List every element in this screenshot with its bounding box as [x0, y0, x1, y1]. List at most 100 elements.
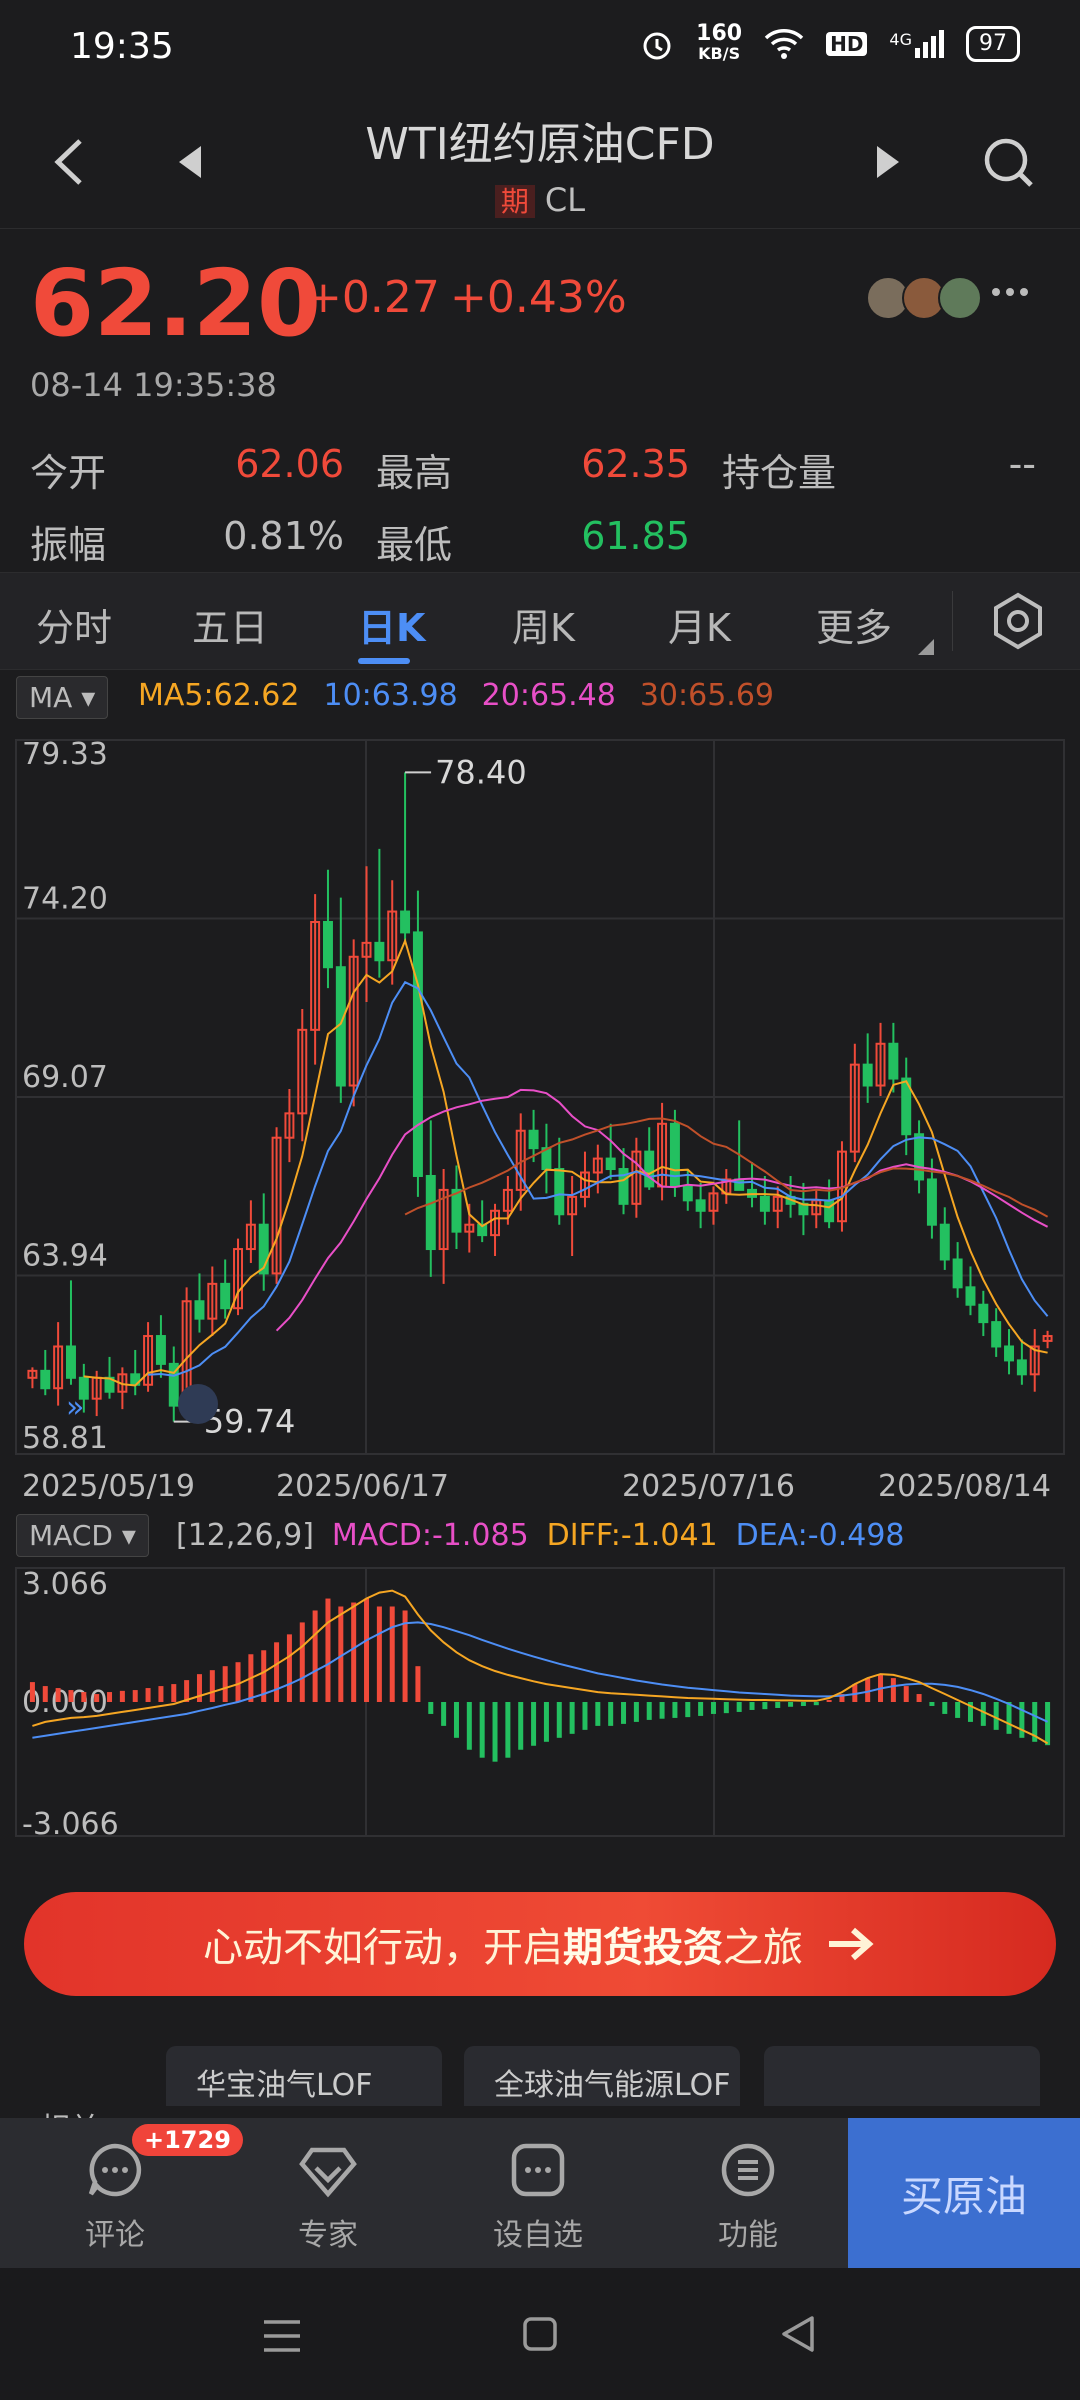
system-nav-bar: [0, 2268, 1080, 2400]
macd-histogram-bar: [710, 1702, 716, 1714]
macd-histogram-bar: [466, 1702, 472, 1750]
futures-tag: 期: [494, 185, 535, 218]
home-icon[interactable]: [522, 2316, 558, 2352]
chart-settings-button[interactable]: [986, 589, 1050, 657]
macd-histogram-bar: [428, 1702, 434, 1714]
macd-histogram-bar: [736, 1702, 742, 1712]
expand-left-icon[interactable]: »: [66, 1390, 84, 1425]
macd-chart[interactable]: 3.0660.000-3.066: [0, 1564, 1080, 1840]
macd-histogram-bar: [659, 1702, 665, 1719]
search-button[interactable]: [968, 122, 1048, 202]
x-axis-tick-label: 2025/06/17: [276, 1469, 449, 1504]
macd-histogram-bar: [196, 1674, 202, 1702]
net-speed: 160 KB/S: [696, 21, 743, 64]
macd-histogram-bar: [42, 1686, 48, 1702]
tab-daily-k[interactable]: 日K: [358, 597, 425, 652]
related-card-1[interactable]: 华宝油气LOF: [166, 2046, 442, 2106]
tab-active-indicator: [358, 658, 410, 664]
macd-histogram-bar: [453, 1702, 459, 1738]
stat-value-open: 62.06: [235, 442, 344, 486]
tab-weekly-k[interactable]: 周K: [512, 597, 575, 652]
macd-histogram-bar: [1045, 1702, 1051, 1746]
macd-histogram-bar: [441, 1702, 447, 1726]
macd-histogram-bar: [158, 1686, 164, 1702]
candle-body: [374, 941, 385, 962]
tab-five-day[interactable]: 五日: [192, 597, 268, 652]
candle-body: [978, 1303, 989, 1324]
next-symbol-button[interactable]: [848, 122, 928, 202]
candle-body: [194, 1300, 205, 1320]
related-card-2[interactable]: 全球油气能源LOF: [464, 2046, 740, 2106]
divider: [0, 228, 1080, 229]
menu-icon: [721, 2143, 775, 2197]
macd-histogram-bar: [672, 1702, 678, 1718]
corner-triangle-icon: [918, 639, 934, 655]
macd-histogram-bar: [608, 1702, 614, 1726]
macd-histogram-bar: [916, 1694, 922, 1702]
price-change-pct: +0.43%: [450, 272, 627, 323]
ma5-line: [83, 937, 1048, 1387]
macd-histogram-bar: [235, 1662, 241, 1702]
watchlist-icon: [511, 2143, 565, 2197]
macd-legend: [12,26,9] MACD:-1.085 DIFF:-1.041 DEA:-0…: [176, 1518, 905, 1553]
macd-histogram-bar: [698, 1702, 704, 1716]
nav-experts[interactable]: 专家: [248, 2118, 408, 2268]
macd-histogram-bar: [826, 1700, 832, 1702]
stat-label-low: 最低: [376, 523, 453, 567]
macd-histogram-bar: [1019, 1702, 1025, 1738]
candle-body: [155, 1335, 166, 1365]
diamond-icon: [299, 2147, 357, 2198]
related-card-3[interactable]: [764, 2046, 1040, 2106]
nav-functions[interactable]: 功能: [668, 2118, 828, 2268]
candle-body: [952, 1258, 963, 1289]
stat-label-amplitude: 振幅: [30, 523, 107, 567]
promo-banner[interactable]: 心动不如行动，开启 期货投资 之旅: [24, 1892, 1056, 1996]
ma-indicator-select[interactable]: MA ▾: [16, 676, 109, 719]
more-dots-icon: [992, 288, 1028, 296]
macd-histogram-bar: [621, 1702, 627, 1724]
back-nav-icon[interactable]: [778, 2314, 818, 2354]
macd-histogram-bar: [543, 1702, 549, 1742]
macd-histogram-bar: [775, 1702, 781, 1708]
macd-value: MACD:-1.085: [331, 1518, 529, 1553]
candle-body: [926, 1178, 937, 1226]
recent-apps-icon[interactable]: [262, 2318, 302, 2354]
macd-histogram-bar: [1006, 1702, 1012, 1734]
macd-histogram-bar: [993, 1702, 999, 1730]
candle-body: [1016, 1359, 1027, 1376]
candle-body: [322, 920, 333, 969]
more-options-button[interactable]: [990, 282, 1030, 306]
macd-histogram-bar: [81, 1692, 87, 1702]
avatar: [938, 276, 982, 320]
y-axis-tick-label: 58.81: [22, 1421, 108, 1456]
candle-body: [939, 1223, 950, 1261]
candle-body: [605, 1157, 616, 1171]
macd-histogram-bar: [94, 1694, 100, 1702]
candle-body: [991, 1321, 1002, 1348]
price-change: +0.27: [305, 272, 440, 323]
tab-more[interactable]: 更多: [816, 597, 892, 652]
macd-histogram-bar: [813, 1702, 819, 1706]
dea-value: DEA:-0.498: [735, 1518, 905, 1553]
ma5-value: MA5:62.62: [138, 678, 300, 713]
ma30-value: 30:65.69: [639, 678, 774, 713]
macd-indicator-select[interactable]: MACD ▾: [16, 1514, 149, 1557]
macd-histogram-bar: [274, 1642, 280, 1702]
macd-histogram-bar: [351, 1602, 357, 1702]
macd-histogram-bar: [685, 1702, 691, 1718]
candle-body: [888, 1042, 899, 1080]
tab-minute[interactable]: 分时: [36, 597, 112, 652]
discussion-avatars[interactable]: [866, 276, 982, 320]
tab-monthly-k[interactable]: 月K: [668, 597, 731, 652]
y-axis-tick-label: 3.066: [22, 1567, 108, 1602]
status-time: 19:35: [70, 26, 174, 67]
macd-histogram-bar: [749, 1702, 755, 1710]
macd-histogram-bar: [29, 1682, 35, 1702]
macd-histogram-bar: [299, 1622, 305, 1702]
candle-body: [528, 1129, 539, 1150]
buy-button[interactable]: 买原油: [848, 2118, 1080, 2268]
candlestick-chart[interactable]: 79.3374.2069.0763.9458.8178.4059.742025/…: [0, 726, 1080, 1566]
nav-add-watchlist[interactable]: 设自选: [458, 2118, 618, 2268]
diff-value: DIFF:-1.041: [546, 1518, 718, 1553]
fullscreen-icon[interactable]: [178, 1384, 218, 1424]
